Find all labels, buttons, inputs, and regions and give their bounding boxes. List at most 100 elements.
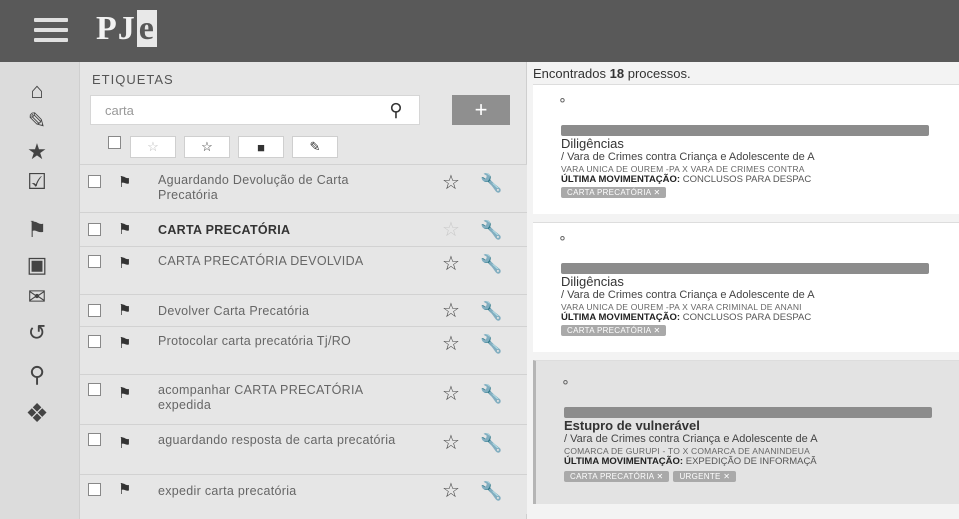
- logo-accent: e: [136, 10, 157, 47]
- tag-label[interactable]: Protocolar carta precatória Tj/RO: [158, 334, 408, 349]
- process-number-redacted: [561, 125, 929, 136]
- count-suffix: processos.: [627, 66, 691, 81]
- tag-icon: ⚑: [118, 302, 132, 319]
- star-outline-icon[interactable]: ☆: [442, 481, 460, 501]
- tag-icon: ⚑: [118, 255, 132, 272]
- tag-checkbox[interactable]: [88, 383, 101, 396]
- process-number-redacted: [564, 407, 932, 418]
- star-icon[interactable]: ★: [22, 139, 52, 165]
- home-icon[interactable]: ⌂: [22, 78, 52, 104]
- star-outline-icon[interactable]: ☆: [442, 334, 460, 354]
- wrench-icon[interactable]: 🔧: [480, 173, 502, 193]
- tag-label[interactable]: CARTA PRECATÓRIA DEVOLVIDA: [158, 254, 408, 269]
- check-box-icon[interactable]: ☑: [22, 169, 52, 195]
- wrench-icon[interactable]: 🔧: [480, 334, 502, 354]
- search-button[interactable]: ⚲: [373, 96, 419, 124]
- tag-row[interactable]: ⚑ acompanhar CARTA PRECATÓRIA expedida ☆…: [80, 374, 527, 424]
- process-parties: COMARCA DE GURUPI - TO X COMARCA DE ANAN…: [564, 446, 810, 456]
- tag-checkbox[interactable]: [88, 223, 101, 236]
- view-hidden-icon[interactable]: ⚬: [560, 375, 571, 391]
- tag-chip[interactable]: CARTA PRECATÓRIA ✕: [564, 471, 670, 482]
- tag-chip[interactable]: URGENTE ✕: [673, 471, 737, 482]
- process-last-movement: ÚLTIMA MOVIMENTAÇÃO: CONCLUSOS PARA DESP…: [561, 312, 811, 323]
- tag-icon: ⚑: [118, 481, 132, 498]
- process-class: Estupro de vulnerável: [564, 418, 700, 433]
- process-last-movement: ÚLTIMA MOVIMENTAÇÃO: EXPEDIÇÃO DE INFORM…: [564, 456, 817, 467]
- star-outline-icon[interactable]: ☆: [442, 254, 460, 274]
- tag-icon: ⚑: [118, 435, 132, 452]
- tag-checkbox[interactable]: [88, 304, 101, 317]
- filter-delete-button[interactable]: ■: [238, 136, 284, 158]
- search-icon[interactable]: ⚲: [22, 362, 52, 388]
- tags-list: ⚑ Aguardando Devolução de Carta Precatór…: [80, 164, 527, 514]
- process-jurisdiction: / Vara de Crimes contra Criança e Adoles…: [561, 151, 815, 163]
- history-icon[interactable]: ↺: [22, 320, 52, 346]
- last-movement-value: EXPEDIÇÃO DE INFORMAÇÃ: [685, 456, 817, 467]
- star-outline-icon[interactable]: ☆: [442, 301, 460, 321]
- star-outline-icon[interactable]: ☆: [442, 220, 460, 240]
- tag-filters: ☆ ☆ ■ ✎: [130, 136, 338, 158]
- tag-label[interactable]: expedir carta precatória: [158, 484, 408, 499]
- tags-search-input[interactable]: carta: [105, 103, 134, 118]
- tag-checkbox[interactable]: [88, 255, 101, 268]
- tag-chip[interactable]: CARTA PRECATÓRIA ✕: [561, 187, 667, 198]
- select-all-checkbox[interactable]: [108, 136, 121, 149]
- tag-checkbox[interactable]: [88, 483, 101, 496]
- star-outline-icon[interactable]: ☆: [442, 384, 460, 404]
- wrench-icon[interactable]: 🔧: [480, 301, 502, 321]
- envelope-icon[interactable]: ✉: [22, 284, 52, 310]
- count-prefix: Encontrados: [533, 66, 606, 81]
- tag-row[interactable]: ⚑ CARTA PRECATÓRIA DEVOLVIDA ☆ 🔧: [80, 246, 527, 294]
- process-card[interactable]: ⚬ Diligências / Vara de Crimes contra Cr…: [533, 222, 959, 352]
- wrench-icon[interactable]: 🔧: [480, 220, 502, 240]
- results-panel: Encontrados 18 processos. ⚬ Diligências …: [527, 62, 959, 519]
- tag-chips: CARTA PRECATÓRIA ✕ URGENTE ✕: [564, 471, 737, 482]
- add-tag-button[interactable]: +: [452, 95, 510, 125]
- pencil-icon[interactable]: ✎: [22, 108, 52, 134]
- tag-chips: CARTA PRECATÓRIA ✕: [561, 187, 667, 198]
- tag-checkbox[interactable]: [88, 433, 101, 446]
- tag-row[interactable]: ⚑ expedir carta precatória ☆ 🔧: [80, 474, 527, 514]
- results-count: Encontrados 18 processos.: [533, 66, 691, 81]
- star-outline-icon[interactable]: ☆: [442, 173, 460, 193]
- tags-icon[interactable]: ⚑: [22, 217, 52, 243]
- tag-row[interactable]: ⚑ Aguardando Devolução de Carta Precatór…: [80, 164, 527, 212]
- wrench-icon[interactable]: 🔧: [480, 433, 502, 453]
- tag-checkbox[interactable]: [88, 175, 101, 188]
- hamburger-menu-icon[interactable]: [34, 18, 68, 44]
- tag-label[interactable]: CARTA PRECATÓRIA: [158, 223, 408, 238]
- tag-label[interactable]: aguardando resposta de carta precatória: [158, 433, 408, 448]
- wrench-icon[interactable]: 🔧: [480, 254, 502, 274]
- last-movement-label: ÚLTIMA MOVIMENTAÇÃO:: [561, 312, 681, 323]
- filter-star-button[interactable]: ☆: [184, 136, 230, 158]
- tag-row[interactable]: ⚑ CARTA PRECATÓRIA ☆ 🔧: [80, 212, 527, 246]
- tags-panel: ETIQUETAS carta ⚲ + ☆ ☆ ■ ✎ ⚑ Aguardando…: [80, 62, 527, 519]
- tag-row[interactable]: ⚑ aguardando resposta de carta precatóri…: [80, 424, 527, 474]
- wrench-icon[interactable]: 🔧: [480, 384, 502, 404]
- pje-diamond-icon[interactable]: ❖: [22, 398, 52, 428]
- process-card-selected[interactable]: ⚬ Estupro de vulnerável / Vara de Crimes…: [533, 360, 959, 504]
- stack-icon[interactable]: ▣: [22, 252, 52, 278]
- tag-chips: CARTA PRECATÓRIA ✕: [561, 325, 667, 336]
- last-movement-label: ÚLTIMA MOVIMENTAÇÃO:: [564, 456, 684, 467]
- view-hidden-icon[interactable]: ⚬: [557, 231, 568, 247]
- tag-row[interactable]: ⚑ Devolver Carta Precatória ☆ 🔧: [80, 294, 527, 326]
- tag-checkbox[interactable]: [88, 335, 101, 348]
- pje-logo[interactable]: PJe: [96, 10, 157, 48]
- tag-chip[interactable]: CARTA PRECATÓRIA ✕: [561, 325, 667, 336]
- process-card[interactable]: ⚬ Diligências / Vara de Crimes contra Cr…: [533, 84, 959, 214]
- magnifier-icon: ⚲: [389, 99, 403, 120]
- tag-label[interactable]: acompanhar CARTA PRECATÓRIA expedida: [158, 383, 408, 413]
- star-outline-icon[interactable]: ☆: [442, 433, 460, 453]
- filter-edit-button[interactable]: ✎: [292, 136, 338, 158]
- wrench-icon[interactable]: 🔧: [480, 481, 502, 501]
- last-movement-value: CONCLUSOS PARA DESPAC: [682, 174, 812, 185]
- filter-favorites-button[interactable]: ☆: [130, 136, 176, 158]
- view-hidden-icon[interactable]: ⚬: [557, 93, 568, 109]
- tag-icon: ⚑: [118, 335, 132, 352]
- tag-label[interactable]: Devolver Carta Precatória: [158, 304, 408, 319]
- tags-title: ETIQUETAS: [92, 72, 174, 87]
- process-parties: VARA UNICA DE OUREM -PA X VARA CRIMINAL …: [561, 302, 802, 312]
- tag-row[interactable]: ⚑ Protocolar carta precatória Tj/RO ☆ 🔧: [80, 326, 527, 374]
- tag-label[interactable]: Aguardando Devolução de Carta Precatória: [158, 173, 408, 203]
